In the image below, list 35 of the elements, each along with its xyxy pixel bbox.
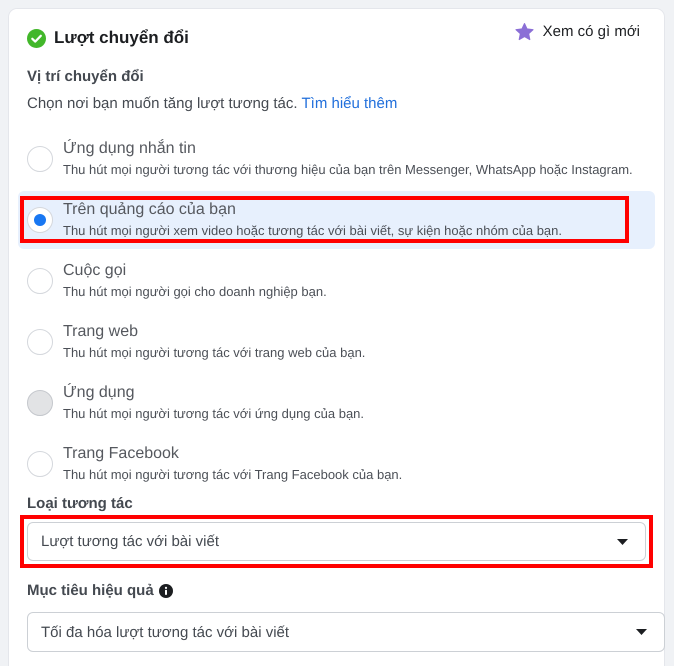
section-label: Vị trí chuyển đổi [27, 67, 145, 87]
caret-icon [636, 629, 647, 635]
radio-button[interactable] [27, 268, 53, 294]
option-row[interactable]: Cuộc gọi Thu hút mọi người gọi cho doanh nghiệp bạn. [18, 252, 655, 310]
learn-more-link[interactable]: Tìm hiểu thêm [301, 95, 398, 112]
option-description: Thu hút mọi người tương tác với Trang Facebook của bạn. [63, 466, 402, 484]
section-description: Chọn nơi bạn muốn tăng lượt tương tác. Tìm hiểu thêm [27, 94, 398, 114]
option-title: Trang Facebook [63, 444, 180, 464]
option-description: Thu hút mọi người tương tác với ứng dụng của bạn. [63, 405, 364, 423]
field-label: Mục tiêu hiệu quả [27, 581, 154, 601]
option-title: Ứng dụng nhắn tin [63, 139, 197, 159]
radio-button[interactable] [27, 146, 53, 172]
option-description: Thu hút mọi người tương tác với trang web của bạn. [63, 344, 366, 362]
option-description: Thu hút mọi người gọi cho doanh nghiệp bạn. [63, 283, 327, 301]
option-description: Thu hút mọi người tương tác với thương hiệu của bạn trên Messenger, WhatsApp hoặc Instagram. [63, 161, 633, 179]
option-title: Trang web [63, 322, 139, 342]
option-row[interactable]: Trên quảng cáo của bạn Thu hút mọi người xem video hoặc tương tác với bài viết, sự kiện hoặc nhóm của bạn. [18, 191, 655, 249]
radio-button[interactable] [27, 451, 53, 477]
option-row[interactable]: Ứng dụng nhắn tin Thu hút mọi người tương tác với thương hiệu của bạn trên Messenger, WhatsApp hoặc Instagram. [18, 130, 655, 188]
option-title: Ứng dụng [63, 383, 136, 403]
info-icon[interactable] [158, 584, 173, 598]
radio-button[interactable] [27, 329, 53, 355]
radio-button[interactable] [27, 207, 53, 233]
select-dropdown[interactable]: Tối đa hóa lượt tương tác với bài viết [27, 612, 665, 652]
option-row[interactable]: Trang web Thu hút mọi người tương tác với trang web của bạn. [18, 313, 655, 371]
option-description: Thu hút mọi người xem video hoặc tương tác với bài viết, sự kiện hoặc nhóm của bạn. [63, 222, 562, 240]
select-dropdown[interactable]: Lượt tương tác với bài viết [27, 522, 646, 561]
whats-new-button[interactable]: Xem có gì mới [514, 22, 640, 42]
option-title: Cuộc gọi [63, 261, 128, 281]
option-row[interactable]: Trang Facebook Thu hút mọi người tương tác với Trang Facebook của bạn. [18, 435, 655, 493]
star-icon [514, 23, 534, 41]
panel-title: Lượt chuyển đổi [54, 27, 189, 49]
field-label: Loại tương tác [27, 494, 133, 514]
option-title: Trên quảng cáo của bạn [63, 200, 237, 220]
caret-icon [617, 538, 628, 544]
